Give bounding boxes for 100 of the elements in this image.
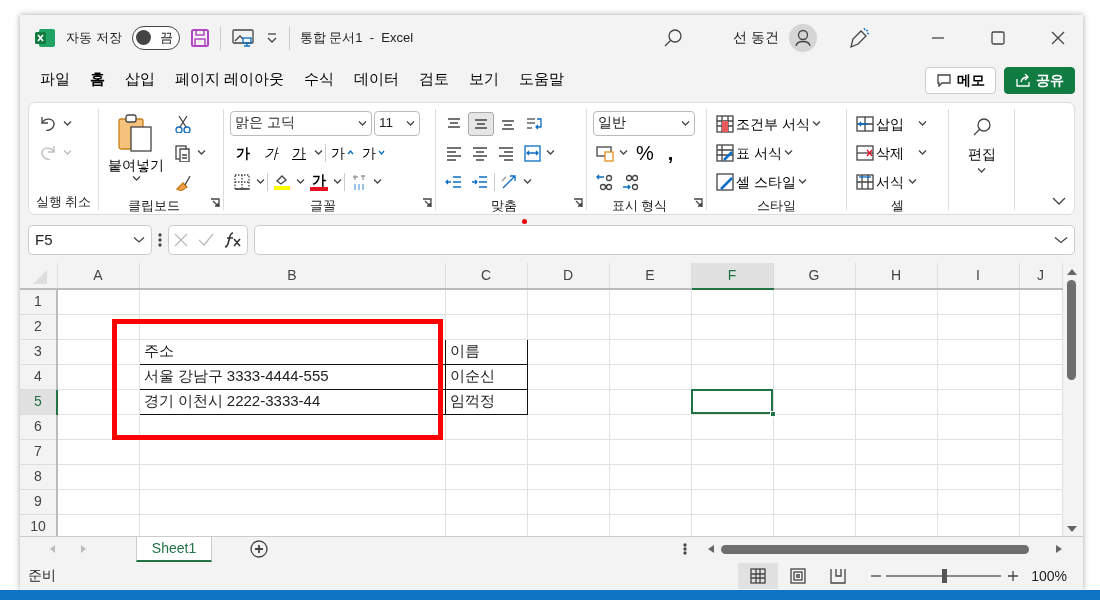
fill-handle[interactable] <box>769 410 776 417</box>
scroll-up-icon[interactable] <box>1065 267 1078 276</box>
caret-icon[interactable] <box>197 149 206 156</box>
scroll-left-icon[interactable] <box>707 544 715 554</box>
conditional-formatting-icon <box>716 114 734 133</box>
table-cell: 서울 강남구 3333-4444-555 <box>139 364 445 389</box>
name-box[interactable]: F5 <box>28 225 152 255</box>
underline-button[interactable]: 가 <box>286 143 312 162</box>
menu-tab[interactable]: 페이지 레이아웃 <box>165 63 295 97</box>
row-header[interactable]: 5 <box>20 389 57 414</box>
menu-tab[interactable]: 홈 <box>80 63 115 97</box>
maximize-icon[interactable] <box>989 29 1007 46</box>
caret-icon[interactable] <box>546 149 555 156</box>
number-format-field[interactable]: 일반 <box>593 111 695 136</box>
scroll-down-icon[interactable] <box>1065 525 1078 534</box>
dialog-launcher-icon[interactable] <box>210 198 220 208</box>
function-icon[interactable] <box>224 232 242 248</box>
caret-icon[interactable] <box>523 178 532 185</box>
comma-style-button[interactable]: , <box>661 142 680 163</box>
caret-icon[interactable] <box>63 120 72 127</box>
selected-cell[interactable] <box>691 389 773 414</box>
pen-icon[interactable] <box>847 26 871 49</box>
column-header[interactable]: I <box>937 263 1019 289</box>
caret-icon[interactable] <box>619 149 628 156</box>
column-header[interactable]: H <box>855 263 937 289</box>
add-sheet-icon[interactable] <box>250 540 268 558</box>
slider-thumb[interactable] <box>941 569 947 583</box>
dialog-launcher-icon[interactable] <box>573 198 583 208</box>
caret-icon[interactable] <box>314 149 323 156</box>
menu-tab[interactable]: 보기 <box>459 63 510 97</box>
increase-decimal-icon <box>596 172 614 191</box>
column-header[interactable]: D <box>527 263 609 289</box>
presentation-icon[interactable] <box>230 27 255 48</box>
row-header[interactable]: 6 <box>20 414 57 439</box>
dialog-launcher-icon[interactable] <box>422 198 432 208</box>
row-header[interactable]: 2 <box>20 314 57 339</box>
delete-cells-button[interactable]: 삭제 <box>853 141 930 164</box>
column-header[interactable]: E <box>609 263 691 289</box>
column-header[interactable]: A <box>57 263 139 289</box>
caret-icon <box>811 120 821 127</box>
grow-font-button[interactable]: 가 <box>328 143 357 162</box>
menu-tab[interactable]: 검토 <box>409 63 460 97</box>
close-icon[interactable] <box>1049 29 1067 46</box>
conditional-formatting-button[interactable]: 조건부 서식 <box>713 112 824 135</box>
collapse-ribbon-icon[interactable] <box>1052 197 1066 206</box>
format-table-button[interactable]: 표 서식 <box>713 141 796 164</box>
autosave-toggle[interactable]: 끔 <box>131 25 180 50</box>
row-header[interactable]: 1 <box>20 289 57 314</box>
cell-styles-button[interactable]: 셀 스타일 <box>713 170 810 193</box>
check-icon[interactable] <box>198 233 214 247</box>
font-color-button[interactable]: 가 <box>307 170 331 193</box>
row-header[interactable]: 9 <box>20 489 57 514</box>
menu-tab[interactable]: 파일 <box>30 63 80 97</box>
editing-button[interactable]: 편집 <box>964 109 999 176</box>
format-cells-button[interactable]: 서식 <box>853 170 920 193</box>
scroll-right-icon[interactable] <box>1055 544 1063 554</box>
middle-align-button[interactable] <box>468 111 494 136</box>
row-header[interactable]: 7 <box>20 439 57 464</box>
caret-icon[interactable] <box>373 178 382 185</box>
font-size-field[interactable]: 11 <box>374 111 420 136</box>
dialog-launcher-icon[interactable] <box>693 198 703 208</box>
caret-icon[interactable] <box>296 178 305 185</box>
avatar-icon[interactable] <box>789 23 817 52</box>
clipboard-icon <box>117 113 155 153</box>
row-header[interactable]: 8 <box>20 464 57 489</box>
table-cell: 이순신 <box>445 364 527 389</box>
share-button[interactable]: 공유 <box>1004 66 1075 94</box>
column-header[interactable]: B <box>139 263 445 289</box>
scrollbar-thumb[interactable] <box>721 544 1029 554</box>
menu-tab[interactable]: 데이터 <box>344 63 410 97</box>
row-header[interactable]: 4 <box>20 364 57 389</box>
insert-cells-button[interactable]: 삽입 <box>853 112 930 135</box>
column-header[interactable]: C <box>445 263 527 289</box>
bold-button[interactable]: 가 <box>230 143 256 162</box>
row-header[interactable]: 10 <box>20 514 57 536</box>
percent-button[interactable]: % <box>630 142 660 163</box>
caret-icon <box>783 149 793 156</box>
cell-styles-icon <box>716 172 734 191</box>
comment-button[interactable]: 메모 <box>925 66 996 94</box>
column-header[interactable]: J <box>1019 263 1062 289</box>
zoom-level[interactable]: 100% <box>1031 565 1067 587</box>
row-header[interactable]: 3 <box>20 339 57 364</box>
normal-view-button[interactable] <box>738 563 779 589</box>
menu-tab[interactable]: 도움말 <box>509 63 575 97</box>
shrink-font-button[interactable]: 가 <box>359 143 388 162</box>
caret-icon[interactable] <box>256 178 265 185</box>
menu-tab[interactable]: 삽입 <box>115 63 165 97</box>
search-icon[interactable] <box>663 27 684 48</box>
menu-tab[interactable]: 수식 <box>294 63 345 97</box>
save-icon[interactable] <box>189 27 210 48</box>
zoom-in-icon[interactable] <box>1007 570 1020 582</box>
italic-button[interactable]: 가 <box>258 143 284 162</box>
sheet-tab[interactable]: Sheet1 <box>136 536 212 562</box>
caret-icon[interactable] <box>333 178 342 185</box>
column-header[interactable]: G <box>773 263 855 289</box>
column-header[interactable]: F <box>691 263 773 289</box>
scrollbar-thumb[interactable] <box>1067 280 1076 380</box>
formula-input[interactable] <box>254 225 1075 255</box>
paste-button[interactable]: 붙여넣기 <box>105 109 167 196</box>
font-name-field[interactable]: 맑은 고딕 <box>230 111 372 136</box>
